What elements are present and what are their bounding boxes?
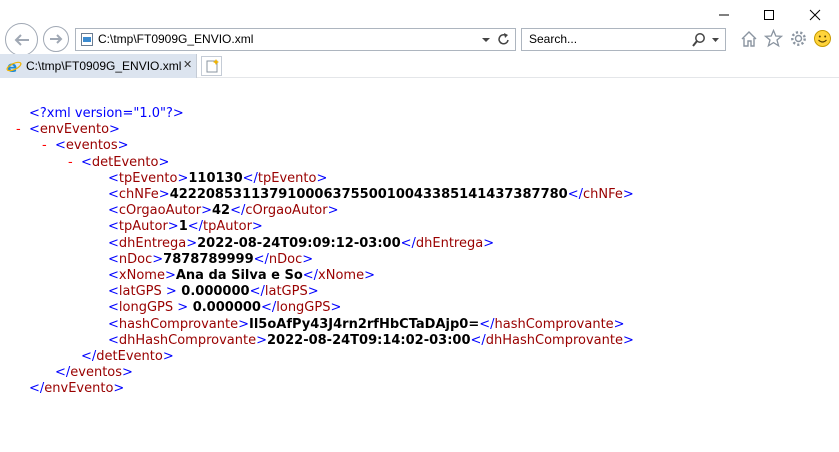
xml-field-xNome: <xNome>Ana da Silva e So</xNome> <box>108 268 375 283</box>
xml-field-longGPS: <longGPS > 0.000000</longGPS> <box>108 300 342 316</box>
xml-tag-name: hashComprovante <box>118 316 239 332</box>
search-input[interactable]: Search... <box>529 32 577 46</box>
tab-active[interactable]: e C:\tmp\FT0909G_ENVIO.xml ✕ <box>0 54 197 78</box>
xml-declaration: <?xml version="1.0"?> <box>29 106 184 122</box>
maximize-icon <box>764 10 774 20</box>
xml-tag-name: nDoc <box>118 251 153 267</box>
xml-tag-name: chNFe <box>118 187 159 202</box>
xml-value: 1 <box>178 219 188 235</box>
tab-title: C:\tmp\FT0909G_ENVIO.xml <box>26 59 182 73</box>
search-icon[interactable] <box>691 32 707 48</box>
xml-value: 2022-08-24T09:09:12-03:00 <box>197 235 401 251</box>
close-icon <box>809 9 821 21</box>
xml-value: Ana da Silva e So <box>175 268 303 283</box>
xml-declaration-text: <?xml version="1.0"?> <box>29 106 184 121</box>
xml-tag-name: latGPS <box>118 284 162 300</box>
xml-tag-name: envEvento <box>39 122 110 138</box>
xml-field-hashComprovante: <hashComprovante>Il5oAfPy43J4rn2rfHbCTaD… <box>108 316 625 332</box>
xml-tag-name: nDoc <box>268 251 303 267</box>
xml-tag-name: tpAutor <box>118 219 168 235</box>
xml-field-cOrgaoAutor: <cOrgaoAutor>42</cOrgaoAutor> <box>108 203 339 219</box>
dropdown-icon[interactable] <box>481 37 491 43</box>
xml-field-chNFe: <chNFe>422208531137910006375500100433851… <box>108 187 634 202</box>
xml-field-tpAutor: <tpAutor>1</tpAutor> <box>108 219 263 235</box>
ie-logo-icon: e <box>6 58 22 74</box>
page-icon <box>81 33 93 46</box>
back-button[interactable] <box>5 23 38 56</box>
collapse-envEvento-toggle[interactable]: - <box>16 122 21 138</box>
xml-node-envEvento-open: <envEvento> <box>29 122 120 138</box>
xml-viewer: <?xml version="1.0"?> - <envEvento> - <event… <box>0 78 839 452</box>
collapse-eventos-toggle[interactable]: - <box>42 138 47 154</box>
search-dropdown-icon[interactable] <box>711 37 720 43</box>
address-text[interactable]: C:\tmp\FT0909G_ENVIO.xml <box>98 32 253 46</box>
new-tab-button[interactable] <box>201 56 222 76</box>
forward-button[interactable] <box>43 26 69 52</box>
xml-node-eventos-open: <eventos> <box>55 138 129 154</box>
xml-field-dhHashComprovante: <dhHashComprovante>2022-08-24T09:14:02-0… <box>108 332 634 348</box>
favorites-star-icon[interactable] <box>764 29 783 48</box>
xml-tag-name: latGPS <box>264 284 308 300</box>
new-tab-icon <box>206 59 219 73</box>
xml-value: 0.000000 <box>188 300 261 316</box>
xml-value: 110130 <box>188 170 243 186</box>
xml-tag-name: longGPS <box>118 300 174 316</box>
xml-value: 7878789999 <box>163 251 254 267</box>
xml-tag-name: longGPS <box>276 300 331 316</box>
xml-tag-name: tpEvento <box>257 170 317 186</box>
feedback-smiley-icon[interactable] <box>813 29 832 48</box>
xml-tag-name: hashComprovante <box>494 316 614 332</box>
forward-icon <box>50 34 63 44</box>
xml-tag-name: eventos <box>70 365 123 381</box>
xml-node-eventos-close: </eventos> <box>55 365 133 381</box>
tab-bar: e C:\tmp\FT0909G_ENVIO.xml ✕ <box>0 54 839 78</box>
xml-tag-name: dhHashComprovante <box>118 332 257 348</box>
xml-tag-name: tpAutor <box>203 219 252 235</box>
xml-tag-name: envEvento <box>44 381 114 397</box>
xml-value: 4222085311379100063755001004338514143738… <box>169 187 568 202</box>
collapse-detEvento-toggle[interactable]: - <box>68 155 73 171</box>
xml-tag-name: dhEntrega <box>415 235 484 251</box>
home-icon[interactable] <box>740 30 758 48</box>
xml-tag-name: tpEvento <box>118 170 178 186</box>
xml-value: 42 <box>212 203 231 219</box>
back-icon <box>14 33 29 46</box>
xml-value: 2022-08-24T09:14:02-03:00 <box>267 332 471 348</box>
search-box[interactable]: Search... <box>521 28 726 51</box>
xml-tag-name: xNome <box>118 268 165 283</box>
xml-node-detEvento-close: </detEvento> <box>81 349 174 364</box>
xml-tag-name: dhEntrega <box>118 235 187 251</box>
xml-field-tpEvento: <tpEvento>110130</tpEvento> <box>108 170 328 186</box>
xml-tag-name: eventos <box>65 138 118 154</box>
xml-tag-name: cOrgaoAutor <box>245 203 328 219</box>
xml-field-nDoc: <nDoc>7878789999</nDoc> <box>108 251 314 267</box>
xml-tag-name: dhHashComprovante <box>485 332 623 348</box>
address-bar[interactable]: C:\tmp\FT0909G_ENVIO.xml <box>75 28 516 51</box>
xml-tag-name: chNFe <box>582 187 623 202</box>
navigation-bar: C:\tmp\FT0909G_ENVIO.xml Search... <box>0 23 839 56</box>
minimize-button[interactable] <box>709 4 739 26</box>
minimize-icon <box>719 14 729 16</box>
xml-field-dhEntrega: <dhEntrega>2022-08-24T09:09:12-03:00</dh… <box>108 235 495 251</box>
title-bar <box>0 0 839 27</box>
maximize-button[interactable] <box>754 4 784 26</box>
refresh-icon[interactable] <box>497 32 511 47</box>
settings-gear-icon[interactable] <box>789 29 808 48</box>
xml-value: 0.000000 <box>176 284 250 300</box>
xml-tag-name: cOrgaoAutor <box>118 203 202 219</box>
xml-tag-name: detEvento <box>96 349 163 364</box>
xml-tag-name: xNome <box>318 268 365 283</box>
xml-node-detEvento-open: <detEvento> <box>81 154 170 170</box>
xml-tag-name: detEvento <box>91 154 159 170</box>
close-window-button[interactable] <box>800 4 830 26</box>
xml-field-latGPS: <latGPS > 0.000000</latGPS> <box>108 284 319 300</box>
xml-node-envEvento-close: </envEvento> <box>29 381 125 397</box>
tab-close-button[interactable]: ✕ <box>183 58 192 71</box>
xml-value: Il5oAfPy43J4rn2rfHbCTaDAjp0= <box>248 316 480 332</box>
